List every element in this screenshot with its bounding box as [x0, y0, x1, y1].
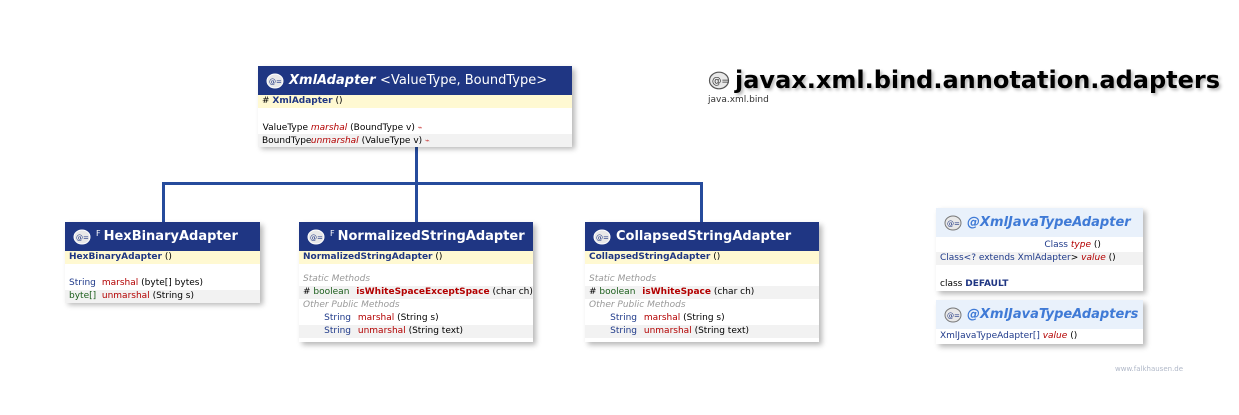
element-name: type [1070, 240, 1091, 250]
class-header: @= XmlAdapter <ValueType, BoundType> [258, 66, 572, 95]
field-row[interactable]: class DEFAULT [936, 278, 1143, 291]
class-name: XmlAdapter [289, 73, 376, 88]
class-name: NormalizedStringAdapter [337, 229, 525, 244]
inheritance-connector-collapsed [700, 182, 703, 222]
annotation-icon: @= [944, 307, 962, 322]
constructor-name: HexBinaryAdapter [69, 252, 162, 262]
method-name: unmarshal [643, 326, 692, 336]
section-label-public: Other Public Methods [303, 300, 400, 310]
class-header: @= F NormalizedStringAdapter [299, 222, 533, 251]
class-collapsedstringadapter[interactable]: @= CollapsedStringAdapter CollapsedStrin… [585, 222, 819, 342]
method-row[interactable]: String unmarshal (String text) [299, 325, 533, 338]
annotation-xmljavatypeadapter[interactable]: @= @XmlJavaTypeAdapter Class type () Cla… [936, 208, 1143, 291]
section-label-public: Other Public Methods [589, 300, 686, 310]
constructor-row[interactable]: HexBinaryAdapter () [65, 251, 260, 264]
method-name: unmarshal [310, 136, 359, 146]
method-row[interactable]: String marshal (String s) [299, 312, 533, 325]
method-row[interactable]: BoundType unmarshal (ValueType v) ⌁ [258, 134, 572, 147]
method-row[interactable]: String marshal (byte[] bytes) [65, 277, 260, 290]
constructor-name: NormalizedStringAdapter [303, 252, 433, 262]
element-row[interactable]: Class<? extends XmlAdapter> value () [936, 252, 1143, 265]
svg-text:@=: @= [269, 78, 282, 86]
element-name: value [1081, 253, 1106, 263]
annotation-header: @= @XmlJavaTypeAdapters [936, 300, 1143, 329]
final-modifier: F [96, 229, 101, 238]
method-name: unmarshal [357, 326, 406, 336]
class-name: HexBinaryAdapter [103, 229, 238, 244]
method-row[interactable]: String unmarshal (String text) [585, 325, 819, 338]
method-name: isWhiteSpaceExceptSpace [356, 287, 490, 297]
element-name: value [1042, 331, 1068, 341]
final-modifier: F [330, 229, 335, 238]
section-label-static: Static Methods [303, 274, 371, 284]
constructor-row[interactable]: NormalizedStringAdapter () [299, 251, 533, 264]
abstract-marker-icon: ⌁ [425, 136, 430, 145]
svg-text:@=: @= [947, 220, 960, 228]
module-name: java.xml.bind [708, 95, 769, 105]
method-row[interactable]: # boolean isWhiteSpaceExceptSpace (char … [299, 286, 533, 299]
method-row[interactable]: # boolean isWhiteSpace (char ch) [585, 286, 819, 299]
abstract-marker-icon: ⌁ [417, 123, 423, 132]
constructor-row[interactable]: CollapsedStringAdapter () [585, 251, 819, 264]
constructor-name: XmlAdapter [272, 96, 333, 106]
annotation-icon: @= [944, 215, 962, 230]
class-icon: @= [266, 73, 284, 88]
class-icon: @= [307, 229, 325, 244]
constructor-args: () [335, 96, 343, 106]
type-params: <ValueType, BoundType> [380, 73, 548, 88]
class-icon: @= [73, 229, 91, 244]
class-xmladapter[interactable]: @= XmlAdapter <ValueType, BoundType> # X… [258, 66, 572, 147]
annotation-xmljavatypeadapters[interactable]: @= @XmlJavaTypeAdapters XmlJavaTypeAdapt… [936, 300, 1143, 344]
method-name: unmarshal [101, 291, 150, 301]
constructor-name: CollapsedStringAdapter [589, 252, 711, 262]
protected-marker: # [262, 96, 270, 106]
class-name: CollapsedStringAdapter [616, 229, 792, 244]
section-label-static: Static Methods [589, 274, 657, 284]
constructor-row[interactable]: # XmlAdapter () [258, 95, 572, 108]
svg-text:@=: @= [76, 234, 89, 242]
inheritance-connector-trunk [415, 147, 418, 183]
annotation-name: @XmlJavaTypeAdapters [967, 307, 1139, 322]
annotation-header: @= @XmlJavaTypeAdapter [936, 208, 1143, 237]
method-name: isWhiteSpace [642, 287, 712, 297]
inheritance-connector-normalized [415, 182, 418, 222]
method-row[interactable]: String marshal (String s) [585, 312, 819, 325]
class-normalizedstringadapter[interactable]: @= F NormalizedStringAdapter NormalizedS… [299, 222, 533, 342]
field-name: DEFAULT [965, 279, 1009, 289]
class-hexbinaryadapter[interactable]: @= F HexBinaryAdapter HexBinaryAdapter (… [65, 222, 260, 303]
svg-text:@=: @= [947, 312, 960, 320]
inheritance-connector-hexbinary [162, 182, 165, 222]
watermark: www.falkhausen.de [1115, 365, 1184, 373]
package-icon: @= [708, 71, 729, 89]
element-row[interactable]: XmlJavaTypeAdapter[] value () [936, 330, 1143, 343]
method-name: marshal [643, 313, 681, 323]
method-row[interactable]: ValueType marshal (BoundType v) ⌁ [258, 121, 572, 134]
element-row[interactable]: Class type () [936, 239, 1143, 252]
svg-text:@=: @= [712, 76, 729, 87]
method-row[interactable]: byte[] unmarshal (String s) [65, 290, 260, 303]
class-header: @= F HexBinaryAdapter [65, 222, 260, 251]
method-name: marshal [101, 278, 139, 288]
method-name: marshal [357, 313, 395, 323]
package-title: javax.xml.bind.annotation.adapters [735, 66, 1221, 94]
class-header: @= CollapsedStringAdapter [585, 222, 819, 251]
svg-text:@=: @= [310, 234, 323, 242]
svg-text:@=: @= [596, 234, 609, 242]
class-icon: @= [593, 229, 611, 244]
inheritance-connector-bar [162, 182, 703, 185]
method-name: marshal [310, 123, 348, 133]
package-header: @= javax.xml.bind.annotation.adapters ja… [708, 66, 1220, 105]
annotation-name: @XmlJavaTypeAdapter [967, 215, 1131, 230]
